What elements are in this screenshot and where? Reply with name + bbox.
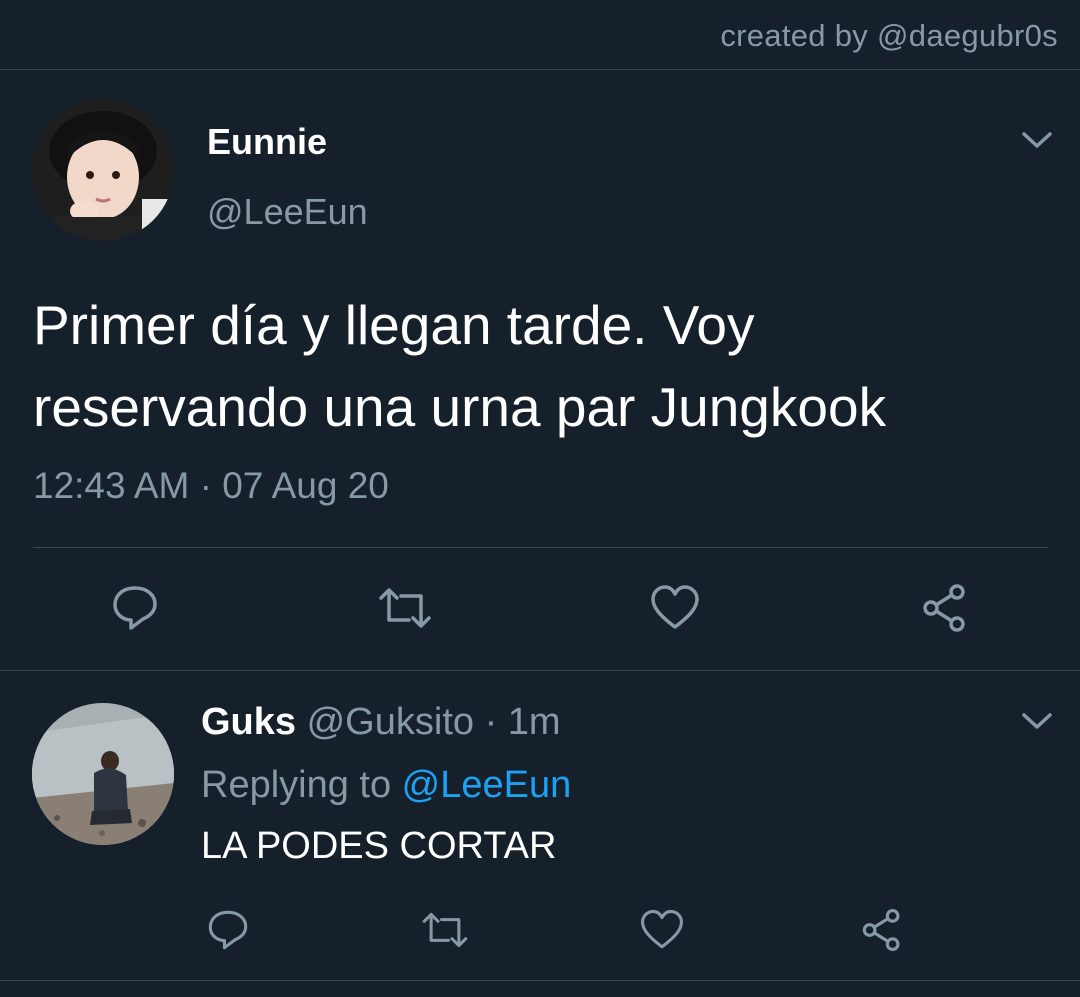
tweet-text-line: reservando una urna par Jungkook (33, 376, 887, 438)
share-button[interactable] (852, 900, 912, 960)
separator: · (474, 701, 508, 743)
timestamp[interactable]: 12:43 AM · 07 Aug 20 (33, 465, 389, 507)
tweet-text-line: Primer día y llegan tarde. Voy (33, 294, 755, 356)
chevron-down-icon[interactable] (1020, 710, 1054, 732)
divider (0, 980, 1080, 981)
retweet-button[interactable] (375, 578, 435, 638)
top-divider (0, 69, 1080, 70)
avatar-photo (32, 99, 174, 241)
tweet-text: Primer día y llegan tarde. Voy reservand… (33, 284, 1053, 448)
reply-icon (208, 910, 248, 950)
chevron-down-icon[interactable] (1020, 129, 1054, 151)
share-icon (862, 908, 900, 952)
divider (33, 547, 1048, 548)
reply-time: 1m (507, 701, 561, 743)
share-icon (923, 584, 965, 632)
author-name[interactable]: Eunnie (207, 121, 327, 163)
retweet-icon (422, 912, 468, 948)
replying-prefix: Replying to (201, 764, 402, 806)
retweet-icon (379, 588, 431, 628)
mention-link[interactable]: @LeeEun (402, 764, 572, 806)
author-handle[interactable]: @Guksito (307, 701, 474, 743)
avatar[interactable] (32, 99, 174, 241)
like-button[interactable] (632, 900, 692, 960)
reply-text: LA PODES CORTAR (201, 825, 557, 867)
reply-header: Guks @Guksito · 1m (201, 701, 561, 744)
credit-text: created by @daegubr0s (720, 18, 1058, 53)
avatar-photo (32, 703, 174, 845)
like-icon (651, 585, 699, 629)
share-button[interactable] (915, 578, 975, 638)
reply-button[interactable] (198, 900, 258, 960)
divider (0, 670, 1080, 671)
retweet-button[interactable] (415, 900, 475, 960)
like-icon (640, 909, 684, 949)
author-name[interactable]: Guks (201, 701, 296, 743)
replying-to: Replying to @LeeEun (201, 764, 571, 807)
reply-icon (113, 586, 157, 630)
reply-button[interactable] (105, 578, 165, 638)
like-button[interactable] (645, 578, 705, 638)
avatar[interactable] (32, 703, 174, 845)
author-handle[interactable]: @LeeEun (207, 191, 368, 233)
